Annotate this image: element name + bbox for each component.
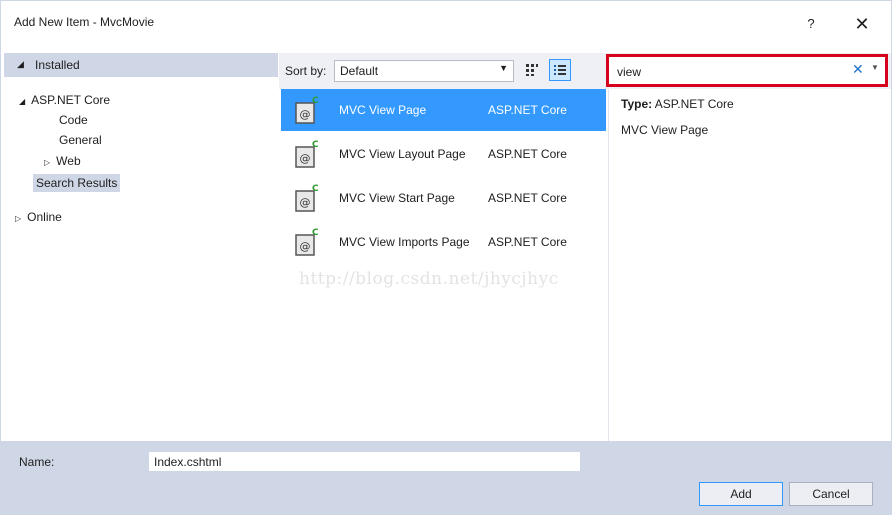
tree-item-label: Search Results (36, 176, 118, 190)
list-view-icon (554, 65, 566, 75)
svg-text:@: @ (300, 152, 311, 165)
add-new-item-dialog: Add New Item - MvcMovie ? ✕ ◢ Installed … (0, 0, 892, 515)
razor-page-icon: @ C# (295, 184, 319, 212)
template-item[interactable]: @ C# MVC View Imports Page ASP.NET Core (281, 221, 606, 263)
tree-item-label: Code (59, 113, 88, 127)
svg-text:@: @ (300, 108, 311, 121)
svg-text:C#: C# (312, 96, 319, 106)
template-language: ASP.NET Core (488, 147, 567, 161)
sort-by-select[interactable]: Default ▼ (334, 60, 514, 82)
razor-page-icon: @ C# (295, 140, 319, 168)
title-bar: Add New Item - MvcMovie ? ✕ (1, 1, 891, 47)
template-language: ASP.NET Core (488, 191, 567, 205)
svg-text:@: @ (300, 196, 311, 209)
tree-item-label: Web (56, 154, 81, 168)
category-tree: ◢ ASP.NET Core Code General ▷ Web Search R… (4, 77, 278, 441)
details-type-label: Type: (621, 97, 653, 111)
template-item[interactable]: @ C# MVC View Layout Page ASP.NET Core (281, 133, 606, 175)
template-language: ASP.NET Core (488, 103, 567, 117)
details-type: Type: ASP.NET Core (621, 97, 734, 111)
search-input[interactable] (617, 64, 837, 80)
template-item[interactable]: @ C# MVC View Page ASP.NET Core (281, 89, 606, 131)
watermark-text: http://blog.csdn.net/jhycjhyc (299, 269, 559, 289)
cancel-button[interactable]: Cancel (789, 482, 873, 506)
template-language: ASP.NET Core (488, 235, 567, 249)
installed-header[interactable]: ◢ Installed (4, 53, 278, 77)
expanded-triangle-icon: ◢ (17, 59, 24, 69)
sort-by-value: Default (340, 64, 379, 78)
details-pane: Type: ASP.NET Core MVC View Page (608, 89, 891, 441)
sort-toolbar: Sort by: Default ▼ (279, 53, 607, 89)
expanded-triangle-icon: ◢ (19, 97, 26, 106)
template-item[interactable]: @ C# MVC View Start Page ASP.NET Core (281, 177, 606, 219)
sort-by-label: Sort by: (285, 64, 327, 78)
tree-item-search-results[interactable]: Search Results (33, 174, 121, 192)
template-name: MVC View Imports Page (339, 235, 470, 249)
details-template-name: MVC View Page (621, 123, 709, 137)
grid-view-button[interactable] (521, 59, 543, 81)
template-list: @ C# MVC View Page ASP.NET Core @ C# MVC… (279, 89, 607, 441)
template-name: MVC View Start Page (339, 191, 455, 205)
window-title: Add New Item - MvcMovie (14, 15, 155, 29)
tree-item-code[interactable]: Code (59, 113, 88, 127)
tree-item-web[interactable]: ▷ Web (44, 154, 81, 168)
svg-text:@: @ (300, 240, 311, 253)
template-name: MVC View Layout Page (339, 147, 466, 161)
clear-search-icon[interactable]: ✕ (852, 61, 864, 78)
razor-page-icon: @ C# (295, 228, 319, 256)
add-button[interactable]: Add (699, 482, 783, 506)
search-box: ✕ ▼ (606, 54, 888, 87)
name-field[interactable] (149, 452, 580, 471)
close-button[interactable]: ✕ (847, 11, 877, 37)
svg-text:C#: C# (312, 140, 319, 150)
collapsed-triangle-icon: ▷ (44, 158, 51, 167)
list-view-button[interactable] (549, 59, 571, 81)
svg-text:C#: C# (312, 228, 319, 238)
search-area: ✕ ▼ (606, 53, 891, 89)
chevron-down-icon[interactable]: ▼ (871, 63, 879, 72)
small-icons-view-icon (526, 64, 538, 76)
name-label: Name: (19, 455, 55, 469)
tree-item-label: General (59, 133, 102, 147)
details-type-value: ASP.NET Core (654, 97, 734, 111)
help-button[interactable]: ? (796, 11, 826, 37)
tree-item-label: Online (27, 210, 62, 224)
tree-item-online[interactable]: ▷ Online (15, 210, 62, 224)
svg-text:C#: C# (312, 184, 319, 194)
razor-page-icon: @ C# (295, 96, 319, 124)
template-name: MVC View Page (339, 103, 427, 117)
tree-item-label: ASP.NET Core (31, 93, 111, 107)
installed-label: Installed (35, 58, 80, 72)
tree-item-general[interactable]: General (59, 133, 102, 147)
tree-item-aspnet-core[interactable]: ◢ ASP.NET Core (19, 93, 110, 107)
collapsed-triangle-icon: ▷ (15, 214, 22, 223)
bottom-bar: Name: Add Cancel (1, 441, 891, 514)
chevron-down-icon: ▼ (499, 63, 508, 73)
